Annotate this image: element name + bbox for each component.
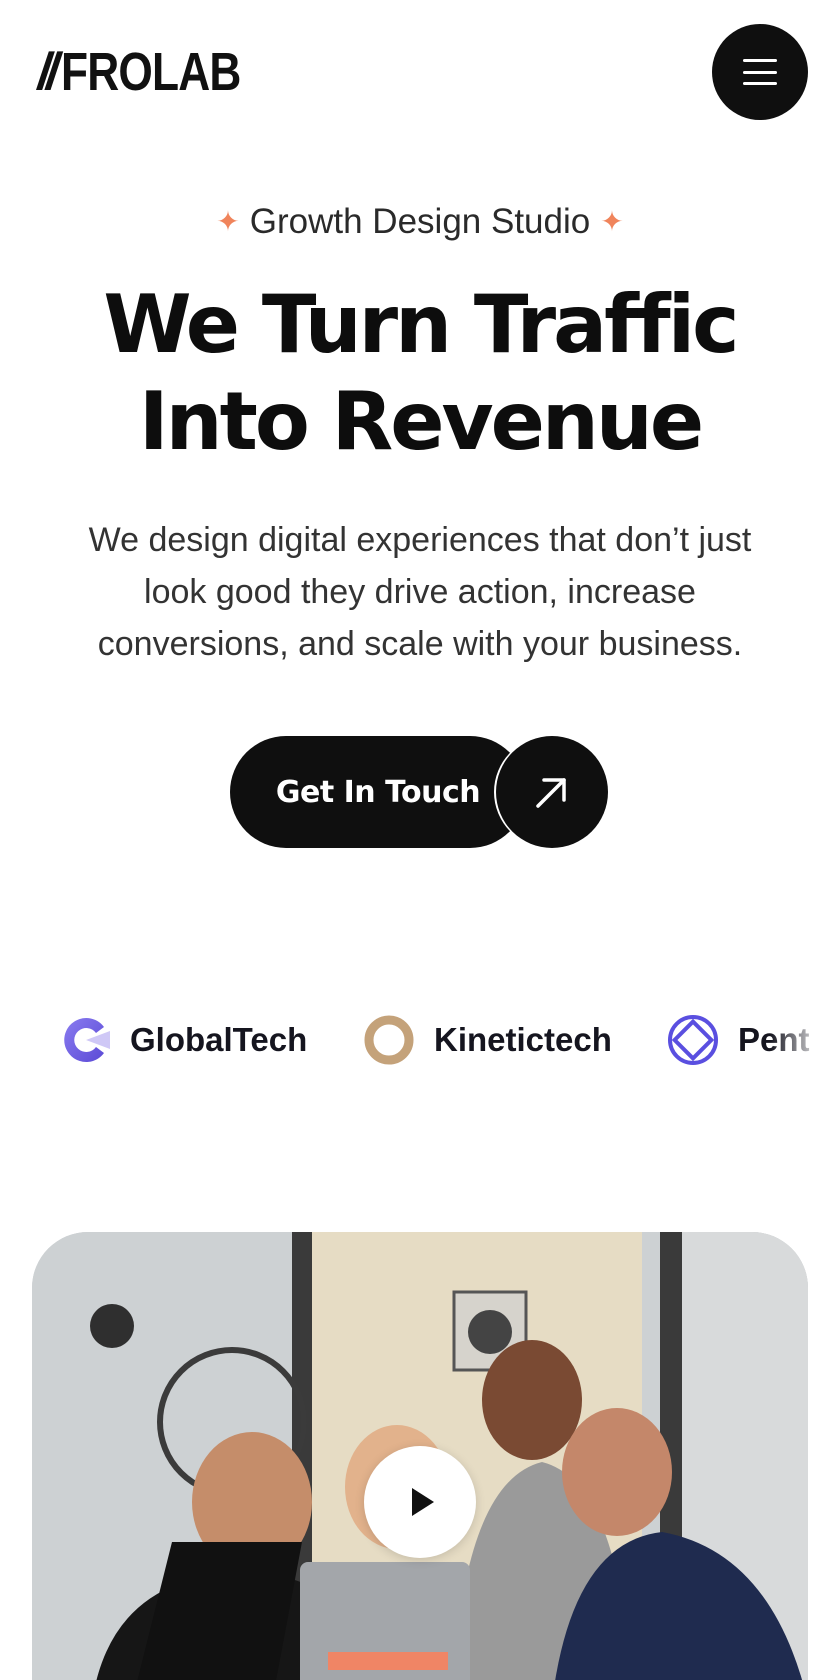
sparkle-star-icon: ✦	[600, 206, 624, 237]
logo-text: FROLAB	[60, 42, 241, 102]
menu-button[interactable]	[712, 24, 808, 120]
globaltech-logo-icon	[64, 1018, 110, 1062]
client-name: GlobalTech	[130, 1021, 308, 1058]
hamburger-menu-icon	[743, 59, 777, 85]
kinetictech-ring-icon	[364, 1015, 414, 1065]
eyebrow-tagline: ✦ Growth Design Studio ✦	[0, 202, 840, 242]
client-logo-kinetictech: Kinetictech	[362, 1010, 612, 1070]
client-logo-globaltech: GlobalTech	[58, 1010, 307, 1070]
arrow-up-right-icon[interactable]	[496, 736, 608, 848]
sparkle-star-icon: ✦	[216, 206, 240, 237]
site-header: // FROLAB	[0, 0, 840, 150]
hero-title-line-2: Into Revenue	[138, 375, 704, 468]
pent-diamond-ring-icon	[668, 1015, 718, 1065]
frolab-logo[interactable]: // FROLAB	[34, 42, 280, 102]
play-icon	[412, 1488, 434, 1516]
eyebrow-text: Growth Design Studio	[249, 202, 591, 241]
play-button[interactable]	[364, 1446, 476, 1558]
team-video[interactable]	[32, 1232, 808, 1680]
hero-title: We Turn Traffic Into Revenue	[0, 276, 840, 470]
logos-fade-overlay	[770, 1010, 840, 1070]
client-logos-strip: GlobalTech Kinetictech Pent	[0, 1010, 840, 1070]
client-name: Kinetictech	[434, 1021, 612, 1058]
logo-slashes: //	[33, 43, 59, 101]
hero-subtitle: We design digital experiences that don’t…	[88, 521, 752, 663]
get-in-touch-button[interactable]: Get In Touch	[230, 736, 608, 848]
hero-title-line-1: We Turn Traffic	[103, 278, 739, 371]
cta-label[interactable]: Get In Touch	[230, 736, 526, 848]
